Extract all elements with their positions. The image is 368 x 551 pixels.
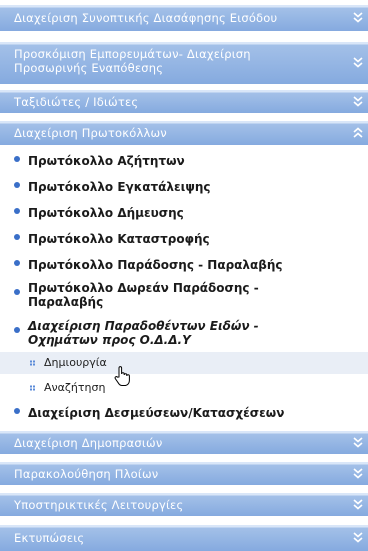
section-label: Προσκόμιση Εμπορευμάτων- Διαχείριση Προσ… [14, 47, 251, 75]
section-label: Διαχείριση Πρωτοκόλλων [14, 126, 167, 140]
square-bullet-icon [30, 360, 35, 366]
section-auctions[interactable]: Διαχείριση Δημοπρασιών [0, 430, 368, 454]
section-label: Εκτυπώσεις [14, 531, 85, 545]
list-item-label: Πρωτόκολλο Αζήτητων [28, 154, 185, 168]
section-label: Διαχείριση Συνοπτικής Διασάφησης Εισόδου [14, 11, 278, 25]
list-item-protocol-confiscation[interactable]: Πρωτόκολλο Δήμευσης [0, 203, 368, 223]
bullet-icon [14, 182, 20, 188]
section-ship-monitoring[interactable]: Παρακολούθηση Πλοίων [0, 461, 368, 485]
section-travellers[interactable]: Ταξιδιώτες / Ιδιώτες [0, 89, 368, 113]
chevron-down-icon [353, 95, 363, 108]
sub-item-label: Αναζήτηση [44, 381, 106, 394]
section-goods-presentation[interactable]: Προσκόμιση Εμπορευμάτων- Διαχείριση Προσ… [0, 41, 368, 84]
section-protocols[interactable]: Διαχείριση Πρωτοκόλλων [0, 120, 368, 145]
bullet-icon [14, 289, 20, 295]
sub-item-create[interactable]: Δημιουργία [0, 352, 368, 374]
sub-item-label: Δημιουργία [44, 356, 107, 369]
list-item-label: Διαχείριση Παραδοθέντων Ειδών - Οχημάτων… [28, 319, 259, 347]
section-label: Υποστηρικτικές Λειτουργίες [14, 497, 184, 512]
section-printouts[interactable]: Εκτυπώσεις [0, 524, 368, 551]
list-item-protocol-delivery[interactable]: Πρωτόκολλο Παράδοσης - Παραλαβής [0, 255, 368, 275]
list-item-label: Πρωτόκολλο Εγκατάλειψης [28, 180, 211, 194]
square-bullet-icon [30, 385, 35, 391]
chevron-down-icon [353, 12, 363, 24]
section-label: Ταξιδιώτες / Ιδιώτες [14, 94, 139, 109]
bullet-icon [14, 327, 20, 333]
chevron-up-icon [353, 127, 363, 139]
bullet-icon [14, 408, 20, 414]
list-item-label: Πρωτόκολλο Παράδοσης - Παραλαβής [28, 258, 283, 272]
section-label: Διαχείριση Δημοπρασιών [14, 435, 163, 450]
sub-item-search[interactable]: Αναζήτηση [0, 377, 368, 399]
bullet-icon [14, 156, 20, 162]
chevron-down-icon [353, 467, 363, 480]
bullet-icon [14, 260, 20, 266]
list-item-protocol-destruction[interactable]: Πρωτόκολλο Καταστροφής [0, 229, 368, 249]
list-item-label: Πρωτόκολλο Δωρεάν Παράδοσης - Παραλαβής [28, 281, 259, 309]
chevron-down-icon [353, 498, 363, 511]
bullet-icon [14, 234, 20, 240]
chevron-down-icon [353, 436, 363, 449]
section-label: Παρακολούθηση Πλοίων [14, 466, 159, 481]
list-item-seizures-management[interactable]: Διαχείριση Δεσμεύσεων/Κατασχέσεων [0, 403, 368, 423]
list-item-protocol-abandonment[interactable]: Πρωτόκολλο Εγκατάλειψης [0, 177, 368, 197]
list-item-protocol-unclaimed[interactable]: Πρωτόκολλο Αζήτητων [0, 151, 368, 171]
list-item-delivered-items-management[interactable]: Διαχείριση Παραδοθέντων Ειδών - Οχημάτων… [0, 317, 368, 349]
section-summary-declaration[interactable]: Διαχείριση Συνοπτικής Διασάφησης Εισόδου [0, 4, 368, 31]
bullet-icon [14, 208, 20, 214]
list-item-label: Διαχείριση Δεσμεύσεων/Κατασχέσεων [28, 406, 285, 420]
list-item-label: Πρωτόκολλο Καταστροφής [28, 232, 210, 246]
list-item-label: Πρωτόκολλο Δήμευσης [28, 206, 184, 220]
section-support-functions[interactable]: Υποστηρικτικές Λειτουργίες [0, 492, 368, 516]
chevron-down-icon [353, 57, 363, 69]
chevron-down-icon [353, 532, 363, 544]
list-item-protocol-free-delivery[interactable]: Πρωτόκολλο Δωρεάν Παράδοσης - Παραλαβής [0, 279, 368, 311]
hand-pointer-icon [112, 365, 134, 387]
